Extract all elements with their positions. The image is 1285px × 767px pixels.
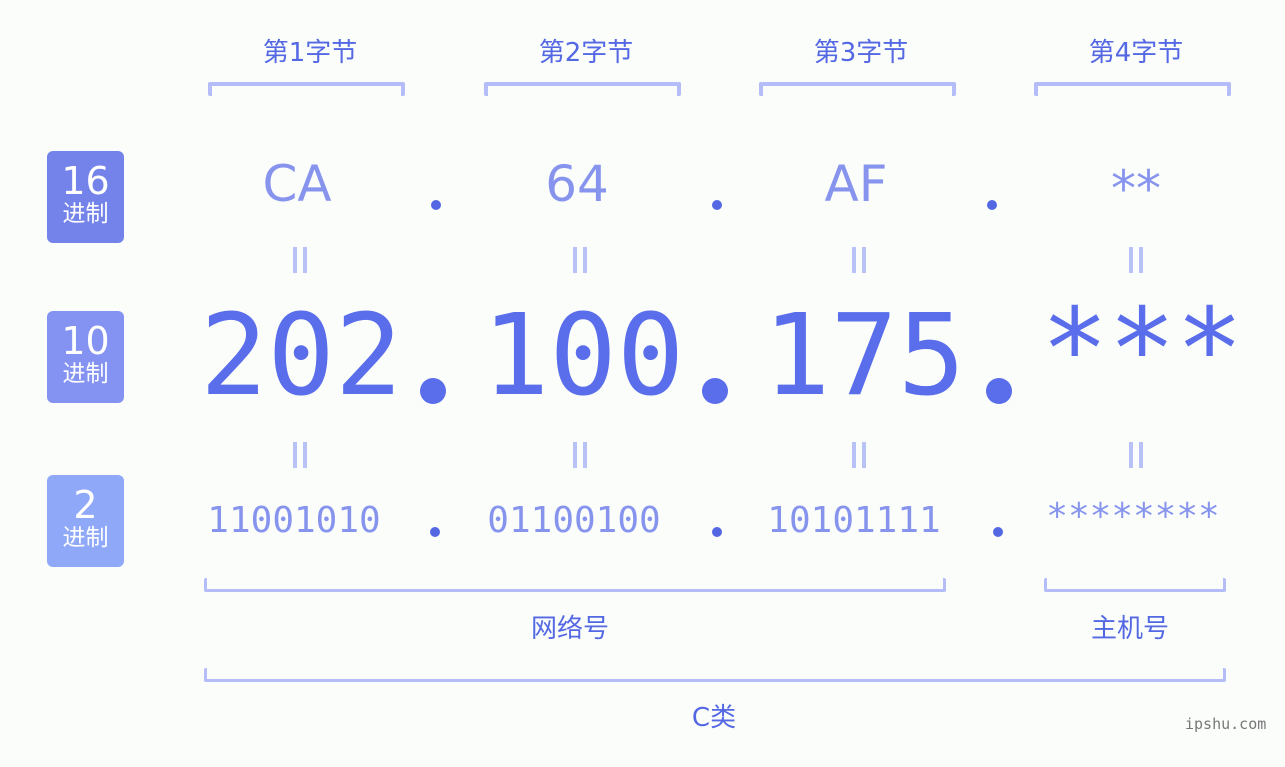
hex-byte-4: ** — [1111, 160, 1161, 218]
equals-icon — [293, 442, 307, 468]
byte-4-label: 第4字节 — [1088, 38, 1184, 68]
equals-icon — [1129, 442, 1143, 468]
network-bracket — [204, 578, 946, 592]
bin-byte-4: ******** — [1046, 496, 1220, 537]
badge-binary: 2 进制 — [47, 475, 124, 567]
hex-byte-3: AF — [824, 155, 888, 213]
equals-icon — [852, 442, 866, 468]
hex-dot-3 — [987, 200, 997, 210]
class-label: C类 — [691, 703, 737, 733]
hex-byte-2: 64 — [545, 155, 609, 213]
bin-byte-2: 01100100 — [487, 500, 661, 541]
bin-dot-1 — [430, 527, 440, 537]
byte-1-label: 第1字节 — [262, 38, 358, 68]
dec-byte-2: 100 — [482, 291, 685, 421]
dec-dot-3 — [986, 378, 1012, 404]
dec-dot-1 — [420, 378, 446, 404]
badge-hex: 16 进制 — [47, 151, 124, 243]
dec-byte-4: *** — [1041, 285, 1244, 415]
badge-binary-unit: 进制 — [62, 525, 109, 551]
dec-byte-3: 175 — [763, 291, 966, 421]
byte-3-bracket — [759, 82, 956, 96]
badge-binary-number: 2 — [73, 483, 98, 527]
badge-hex-unit: 进制 — [62, 201, 109, 227]
badge-decimal-unit: 进制 — [62, 361, 109, 387]
badge-hex-number: 16 — [61, 159, 110, 203]
bin-byte-1: 11001010 — [207, 500, 381, 541]
badge-decimal-number: 10 — [61, 319, 110, 363]
byte-4-bracket — [1034, 82, 1231, 96]
bin-dot-2 — [712, 527, 722, 537]
watermark: ipshu.com — [1185, 715, 1267, 733]
dec-dot-2 — [702, 378, 728, 404]
badge-decimal: 10 进制 — [47, 311, 124, 403]
host-label: 主机号 — [1090, 614, 1169, 644]
byte-2-bracket — [484, 82, 681, 96]
equals-icon — [573, 247, 587, 273]
equals-icon — [573, 442, 587, 468]
bin-byte-3: 10101111 — [767, 500, 941, 541]
byte-3-label: 第3字节 — [813, 38, 909, 68]
dec-byte-1: 202 — [200, 291, 403, 421]
hex-dot-1 — [431, 200, 441, 210]
byte-1-bracket — [208, 82, 405, 96]
equals-icon — [293, 247, 307, 273]
hex-dot-2 — [712, 200, 722, 210]
byte-2-label: 第2字节 — [538, 38, 634, 68]
hex-byte-1: CA — [262, 155, 332, 213]
host-bracket — [1044, 578, 1226, 592]
bin-dot-3 — [993, 527, 1003, 537]
class-bracket — [204, 668, 1226, 682]
network-label: 网络号 — [530, 614, 609, 644]
equals-icon — [852, 247, 866, 273]
equals-icon — [1129, 247, 1143, 273]
